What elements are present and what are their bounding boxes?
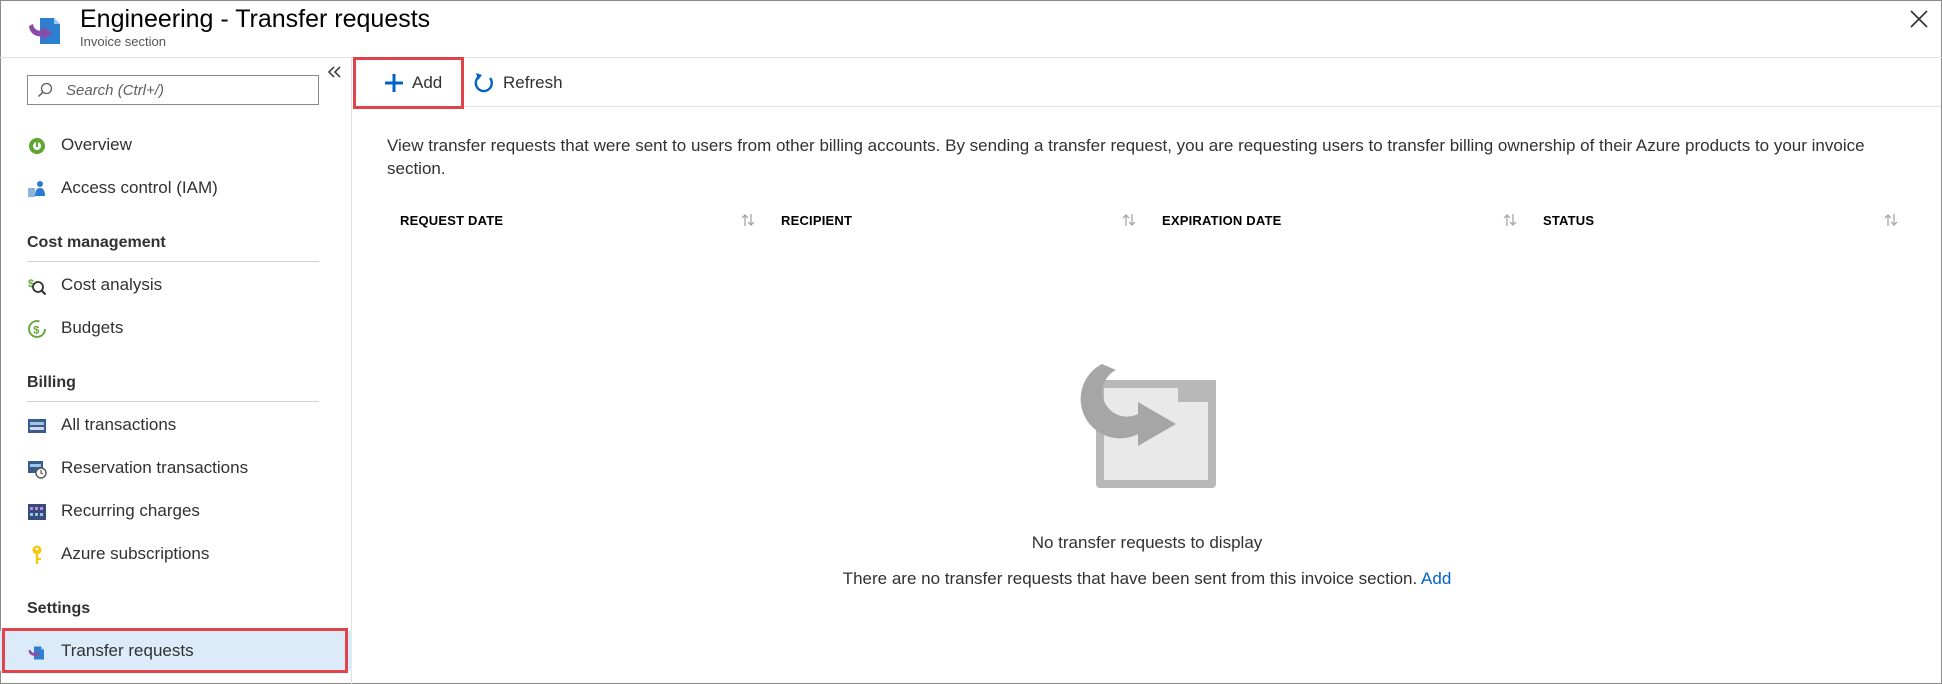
page-title: Engineering - Transfer requests xyxy=(80,5,431,33)
sidebar-item-access-control[interactable]: Access control (IAM) xyxy=(0,168,352,208)
sidebar-item-label: All transactions xyxy=(61,415,177,434)
sidebar-item-label: Cost analysis xyxy=(61,275,163,294)
column-header-status[interactable]: STATUS xyxy=(1543,213,1594,228)
sidebar-item-azure-subscriptions[interactable]: Azure subscriptions xyxy=(0,534,352,574)
section-divider xyxy=(27,261,319,262)
key-icon xyxy=(32,545,42,564)
sidebar-item-overview[interactable]: Overview xyxy=(0,125,352,165)
sort-icon[interactable] xyxy=(1502,212,1518,228)
sidebar-item-label: Access control (IAM) xyxy=(61,178,218,197)
column-header-request-date[interactable]: REQUEST DATE xyxy=(400,213,503,228)
sidebar-item-label: Budgets xyxy=(61,318,124,337)
sidebar-item-label: Azure subscriptions xyxy=(61,544,210,563)
transfer-requests-app-icon xyxy=(29,18,60,44)
section-heading-settings: Settings xyxy=(27,600,91,617)
command-bar: Add Refresh xyxy=(353,58,1941,107)
empty-state-text: There are no transfer requests that have… xyxy=(842,569,1418,588)
refresh-button[interactable]: Refresh xyxy=(473,68,563,98)
section-divider xyxy=(27,401,319,402)
sidebar-item-label: Recurring charges xyxy=(61,501,200,520)
sidebar: Overview Access control (IAM) Cost manag… xyxy=(0,58,352,684)
overview-icon xyxy=(29,138,45,154)
section-heading-billing: Billing xyxy=(27,374,76,391)
sidebar-item-cost-analysis[interactable]: $ Cost analysis xyxy=(0,265,352,305)
empty-state-add-link[interactable]: Add xyxy=(1421,569,1451,588)
search-icon xyxy=(37,82,53,98)
transfer-icon xyxy=(28,646,44,660)
cost-analysis-icon: $ xyxy=(28,278,47,296)
sidebar-item-label: Overview xyxy=(61,135,132,154)
sidebar-item-label: Reservation transactions xyxy=(61,458,249,477)
transactions-icon xyxy=(28,419,46,433)
page-description: View transfer requests that were sent to… xyxy=(387,136,1865,178)
reservation-icon xyxy=(28,461,47,479)
plus-icon xyxy=(385,74,403,92)
recurring-icon xyxy=(28,504,46,520)
iam-icon xyxy=(28,181,45,197)
sort-icon[interactable] xyxy=(1883,212,1899,228)
budgets-icon: $ xyxy=(28,320,46,338)
empty-state-title: No transfer requests to display xyxy=(1031,533,1263,552)
search-input[interactable] xyxy=(66,79,311,101)
collapse-sidebar-icon[interactable] xyxy=(326,64,344,82)
add-button-label: Add xyxy=(412,73,443,92)
blade-header: Engineering - Transfer requests Invoice … xyxy=(0,0,1942,58)
sidebar-item-budgets[interactable]: $ Budgets xyxy=(0,308,352,348)
close-icon[interactable] xyxy=(1908,8,1930,30)
add-button[interactable]: Add xyxy=(384,68,442,98)
empty-state-description: There are no transfer requests that have… xyxy=(353,569,1941,589)
sidebar-item-all-transactions[interactable]: All transactions xyxy=(0,405,352,445)
column-header-expiration-date[interactable]: EXPIRATION DATE xyxy=(1162,213,1282,228)
svg-text:$: $ xyxy=(33,325,39,337)
sidebar-item-transfer-requests[interactable]: Transfer requests xyxy=(0,631,352,671)
refresh-button-label: Refresh xyxy=(503,73,563,92)
sort-icon[interactable] xyxy=(740,212,756,228)
page-subtitle: Invoice section xyxy=(80,34,166,49)
column-header-recipient[interactable]: RECIPIENT xyxy=(781,213,852,228)
search-box[interactable] xyxy=(27,75,319,105)
sidebar-item-label: Transfer requests xyxy=(61,641,194,660)
refresh-icon xyxy=(474,73,493,93)
sidebar-item-recurring-charges[interactable]: Recurring charges xyxy=(0,491,352,531)
sidebar-item-reservation-transactions[interactable]: Reservation transactions xyxy=(0,448,352,488)
section-heading-cost-management: Cost management xyxy=(27,234,166,251)
empty-transfer-illustration-icon xyxy=(1080,364,1216,488)
sort-icon[interactable] xyxy=(1121,212,1137,228)
